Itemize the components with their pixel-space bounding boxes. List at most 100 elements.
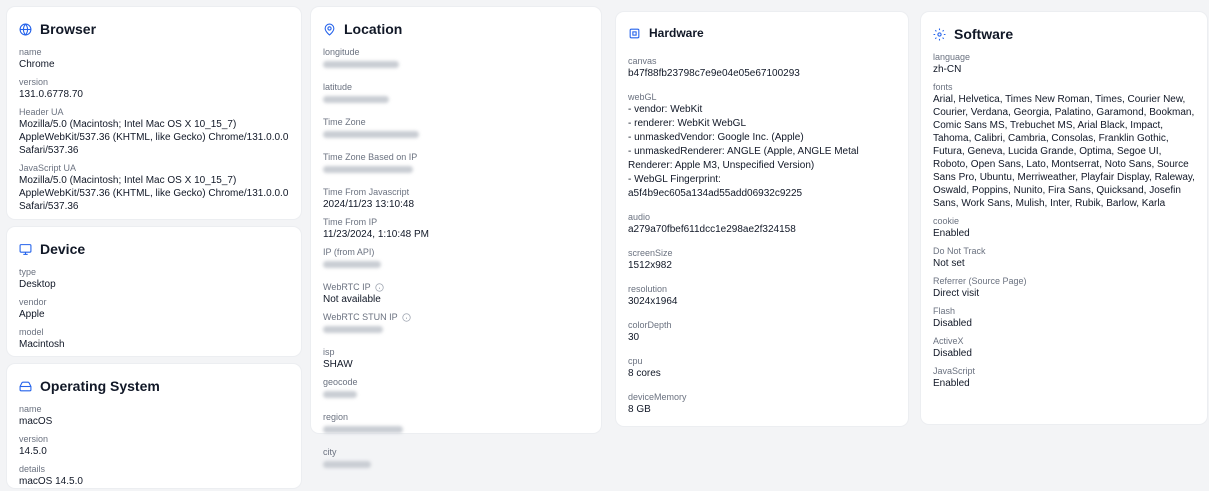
timezone-value-redacted: [323, 131, 419, 138]
device-card-title: Device: [19, 241, 289, 257]
webgl-line: - vendor: WebKit: [628, 104, 703, 115]
webgl-line: - unmaskedVendor: Google Inc. (Apple): [628, 132, 804, 143]
latitude-label: latitude: [323, 82, 353, 92]
js-ua-label: JavaScript UA: [19, 163, 77, 173]
device-memory-value: 8 GB: [628, 404, 651, 415]
time-ip-label: Time From IP: [323, 217, 378, 227]
longitude-label: longitude: [323, 47, 360, 57]
webrtc-stun-value-redacted: [323, 326, 383, 333]
browser-name-label: name: [19, 47, 42, 57]
info-icon[interactable]: [375, 283, 384, 292]
device-card: Device type Desktop vendor Apple model Maci…: [7, 227, 301, 356]
color-depth-label: colorDepth: [628, 320, 672, 330]
device-vendor-value: Apple: [19, 309, 45, 320]
geocode-value-redacted: [323, 391, 357, 398]
map-pin-icon: [324, 23, 335, 36]
timezone-ip-value-redacted: [323, 166, 413, 173]
browser-version-value: 131.0.6778.70: [19, 89, 83, 100]
flash-value: Disabled: [933, 318, 972, 329]
fonts-value: Arial, Helvetica, Times New Roman, Times…: [933, 94, 1195, 209]
js-ua-value: Mozilla/5.0 (Macintosh; Intel Mac OS X 1…: [19, 175, 289, 212]
fonts-label: fonts: [933, 82, 953, 92]
flash-label: Flash: [933, 306, 956, 316]
activex-label: ActiveX: [933, 336, 964, 346]
ip-api-label: IP (from API): [323, 247, 375, 257]
device-type-label: type: [19, 267, 37, 277]
do-not-track-label: Do Not Track: [933, 246, 986, 256]
javascript-label: JavaScript: [933, 366, 976, 376]
language-label: language: [933, 52, 971, 62]
referrer-value: Direct visit: [933, 288, 980, 299]
cpu-value: 8 cores: [628, 368, 661, 379]
os-name-label: name: [19, 404, 42, 414]
device-title-text: Device: [40, 241, 86, 257]
canvas-value: b47f88fb23798c7e9e04e05e67100293: [628, 68, 800, 79]
ip-api-value-redacted: [323, 261, 381, 268]
language-value: zh-CN: [933, 64, 962, 75]
header-ua-value: Mozilla/5.0 (Macintosh; Intel Mac OS X 1…: [19, 119, 289, 156]
webgl-line: - unmaskedRenderer: ANGLE (Apple, ANGLE …: [628, 146, 859, 171]
cpu-chip-icon: [629, 28, 640, 38]
hardware-card-title: Hardware: [628, 26, 896, 40]
resolution-value: 3024x1964: [628, 296, 678, 307]
device-model-value: Macintosh: [19, 339, 65, 350]
os-details-value: macOS 14.5.0: [19, 476, 83, 487]
audio-value: a279a70fbef611dcc1e298ae2f324158: [628, 224, 796, 235]
hardware-card: Hardware canvas b47f88fb23798c7e9e04e05e6…: [616, 12, 908, 426]
screen-size-value: 1512x982: [628, 260, 672, 271]
referrer-label: Referrer (Source Page): [933, 276, 1027, 286]
color-depth-value: 30: [628, 332, 640, 343]
city-label: city: [323, 447, 337, 457]
timezone-label: Time Zone: [323, 117, 366, 127]
software-title-text: Software: [954, 26, 1014, 42]
time-ip-value: 11/23/2024, 1:10:48 PM: [323, 229, 430, 240]
time-js-value: 2024/11/23 13:10:48: [323, 199, 415, 210]
device-memory-label: deviceMemory: [628, 392, 687, 402]
gear-icon: [933, 28, 946, 40]
cookie-value: Enabled: [933, 228, 970, 239]
info-icon[interactable]: [402, 313, 411, 322]
isp-value: SHAW: [323, 359, 353, 370]
device-vendor-label: vendor: [19, 297, 47, 307]
resolution-label: resolution: [628, 284, 668, 294]
cpu-label: cpu: [628, 356, 643, 366]
os-details-label: details: [19, 464, 46, 474]
device-model-label: model: [19, 327, 44, 337]
browser-card-title: Browser: [19, 21, 289, 37]
location-card: Location longitude latitude Time Zone Ti…: [311, 7, 601, 468]
device-type-value: Desktop: [19, 279, 56, 290]
os-version-label: version: [19, 434, 49, 444]
region-value-redacted: [323, 426, 403, 433]
region-label: region: [323, 412, 349, 422]
latitude-value-redacted: [323, 96, 389, 103]
browser-version-label: version: [19, 77, 49, 87]
screen-size-label: screenSize: [628, 248, 673, 258]
audio-label: audio: [628, 212, 651, 222]
canvas-label: canvas: [628, 56, 657, 66]
location-card-title: Location: [323, 21, 589, 37]
webgl-label: webGL: [628, 92, 657, 102]
location-title-text: Location: [344, 21, 403, 37]
os-name-value: macOS: [19, 416, 53, 427]
header-ua-label: Header UA: [19, 107, 64, 117]
browser-title-text: Browser: [40, 21, 97, 37]
browser-name-value: Chrome: [19, 59, 55, 70]
time-js-label: Time From Javascript: [323, 187, 410, 197]
javascript-value: Enabled: [933, 378, 970, 389]
webgl-line: - renderer: WebKit WebGL: [628, 118, 747, 129]
cookie-label: cookie: [933, 216, 960, 226]
os-title-text: Operating System: [40, 378, 160, 394]
os-card-title: Operating System: [19, 378, 289, 394]
monitor-icon: [19, 243, 32, 255]
os-version-value: 14.5.0: [19, 446, 47, 457]
os-card: Operating System name macOS version 14.5.0…: [7, 364, 301, 488]
isp-label: isp: [323, 347, 335, 357]
hard-drive-icon: [19, 381, 32, 391]
webgl-line: - WebGL Fingerprint: a5f4b9ec605a134ad55…: [628, 174, 803, 199]
timezone-ip-label: Time Zone Based on IP: [323, 152, 418, 162]
webrtc-ip-value: Not available: [323, 294, 381, 305]
activex-value: Disabled: [933, 348, 972, 359]
webrtc-stun-label: WebRTC STUN IP: [323, 312, 398, 322]
software-card: Software language zh-CN fonts Arial, Helve…: [921, 12, 1207, 424]
software-card-title: Software: [933, 26, 1195, 42]
